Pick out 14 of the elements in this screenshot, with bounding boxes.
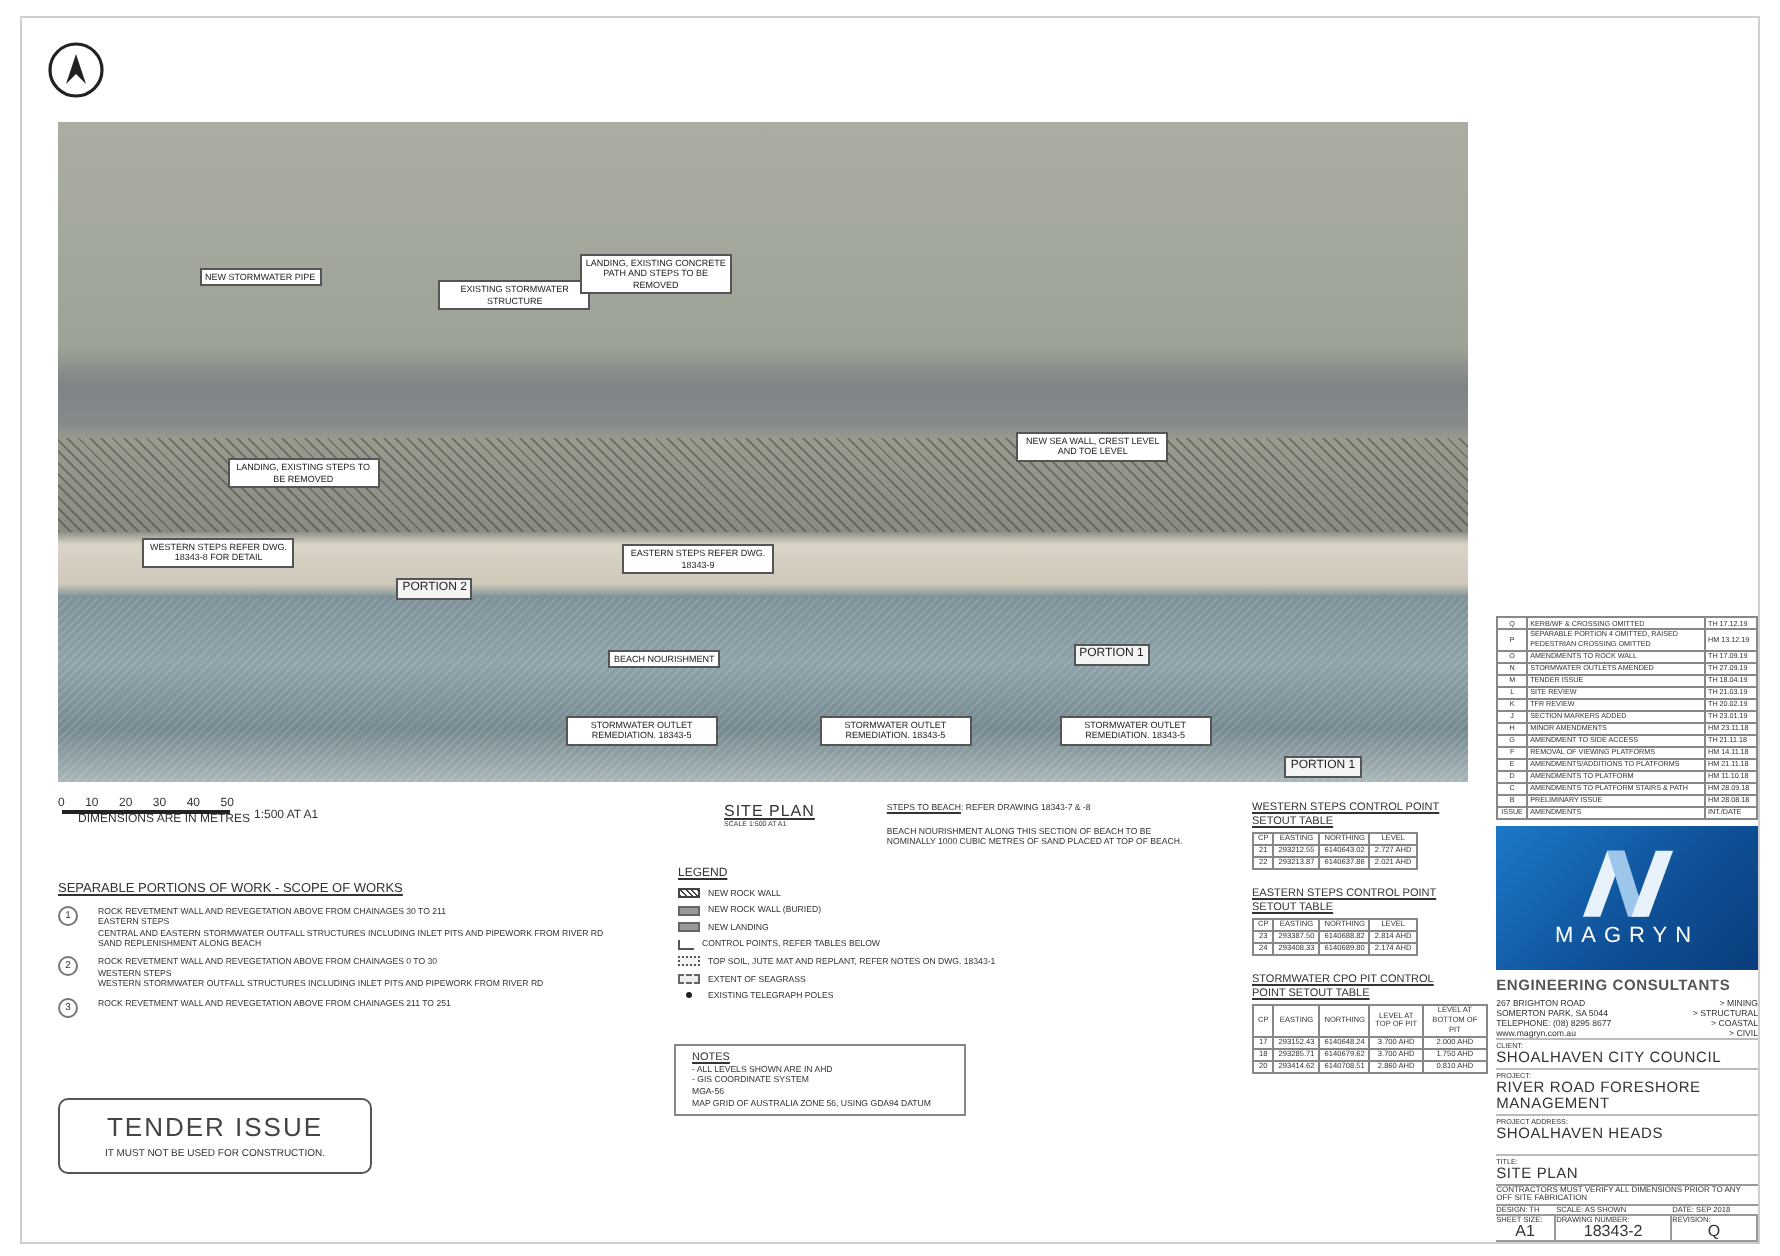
drawing-number: 18343-2 (1583, 1224, 1643, 1240)
logo-wordmark: MAGRYN (1554, 924, 1700, 949)
filled-swatch-icon (678, 905, 700, 916)
sheet-size: A1 (1515, 1224, 1535, 1240)
control-point-icon (678, 939, 694, 950)
scale-bar-icon (62, 810, 230, 814)
hatched-swatch-icon (678, 888, 700, 899)
site-plan-title: SITE PLAN (724, 802, 815, 820)
revision-letter: Q (1707, 1224, 1721, 1240)
dot-icon (686, 992, 692, 999)
dotted-swatch-icon (678, 956, 700, 967)
tender-title: TENDER ISSUE (106, 1111, 324, 1142)
filled-swatch-icon (678, 922, 700, 933)
outlined-swatch-icon (678, 973, 700, 984)
